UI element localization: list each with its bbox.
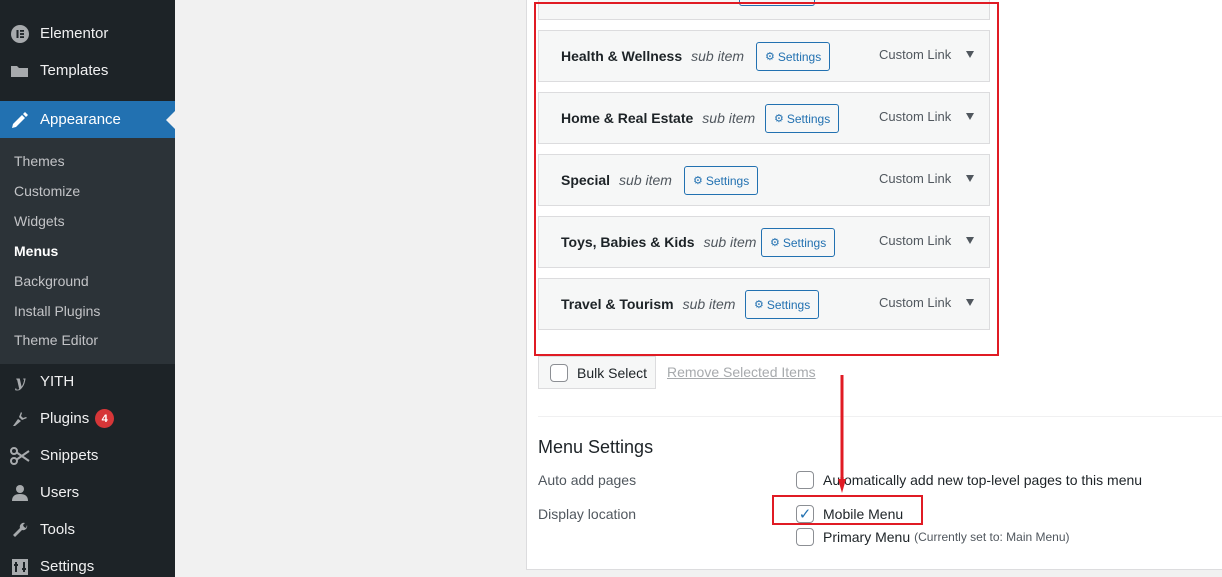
sidebar-item-label: Appearance [40, 111, 121, 128]
sidebar-item-snippets[interactable]: Snippets [0, 437, 175, 474]
wrench-icon [10, 520, 30, 540]
submenu-item-menus[interactable]: Menus [14, 243, 58, 259]
folder-icon [10, 61, 30, 81]
bulk-select-control[interactable]: Bulk Select [538, 356, 656, 389]
location-option-primary[interactable]: Primary Menu (Currently set to: Main Men… [796, 528, 1070, 546]
yith-icon: y [15, 372, 25, 391]
submenu-item-theme-editor[interactable]: Theme Editor [14, 332, 98, 348]
auto-add-pages-label: Auto add pages [538, 472, 637, 488]
annotation-highlight-menu-items [534, 2, 999, 356]
remove-selected-link[interactable]: Remove Selected Items [667, 364, 816, 380]
sidebar-item-label: Tools [40, 521, 76, 538]
active-indicator [166, 111, 175, 129]
primary-menu-label: Primary Menu [823, 529, 911, 545]
auto-add-option-label: Automatically add new top-level pages to… [823, 472, 1143, 488]
sidebar-item-label: Settings [40, 558, 95, 575]
auto-add-checkbox[interactable] [796, 471, 814, 489]
user-icon [10, 483, 30, 503]
sidebar-item-settings[interactable]: Settings [0, 548, 175, 577]
submenu-item-customize[interactable]: Customize [14, 183, 80, 199]
auto-add-option[interactable]: Automatically add new top-level pages to… [796, 471, 1142, 489]
scissors-icon [10, 446, 30, 466]
sidebar-item-users[interactable]: Users [0, 474, 175, 511]
sidebar-item-label: YITH [40, 373, 75, 390]
sidebar-item-elementor[interactable]: Elementor [0, 15, 175, 52]
sliders-icon [10, 557, 30, 577]
primary-menu-note: (Currently set to: Main Menu) [914, 530, 1070, 544]
sidebar-item-label: Plugins [40, 410, 90, 427]
wp-admin-screen: Elementor Templates Appearance Themes Cu… [0, 0, 1222, 577]
primary-menu-checkbox[interactable] [796, 528, 814, 546]
admin-sidebar: Elementor Templates Appearance Themes Cu… [0, 0, 175, 577]
section-divider [538, 416, 1222, 417]
sidebar-item-label: Snippets [40, 447, 99, 464]
elementor-icon [10, 24, 30, 44]
annotation-highlight-mobile-menu [772, 495, 923, 525]
menu-settings-title: Menu Settings [538, 437, 654, 457]
sidebar-item-label: Templates [40, 62, 109, 79]
bulk-select-checkbox[interactable] [550, 363, 568, 382]
sidebar-item-appearance[interactable]: Appearance [0, 101, 175, 138]
annotation-arrow-icon [838, 375, 846, 493]
plugins-update-badge: 4 [95, 409, 115, 428]
appearance-submenu: Themes Customize Widgets Menus Backgroun… [0, 138, 175, 364]
paintbrush-icon [10, 110, 30, 130]
display-location-label: Display location [538, 506, 637, 522]
plug-icon [10, 409, 30, 429]
sidebar-item-plugins[interactable]: Plugins 4 [0, 400, 175, 437]
sidebar-item-label: Users [40, 484, 80, 501]
submenu-item-widgets[interactable]: Widgets [14, 213, 65, 229]
submenu-item-install-plugins[interactable]: Install Plugins [14, 303, 100, 319]
sidebar-item-label: Elementor [40, 25, 109, 42]
bulk-select-label: Bulk Select [577, 364, 648, 381]
sidebar-item-tools[interactable]: Tools [0, 511, 175, 548]
sidebar-item-yith[interactable]: y YITH [0, 363, 175, 400]
submenu-item-background[interactable]: Background [14, 273, 89, 289]
submenu-item-themes[interactable]: Themes [14, 153, 65, 169]
sidebar-item-templates[interactable]: Templates [0, 52, 175, 89]
